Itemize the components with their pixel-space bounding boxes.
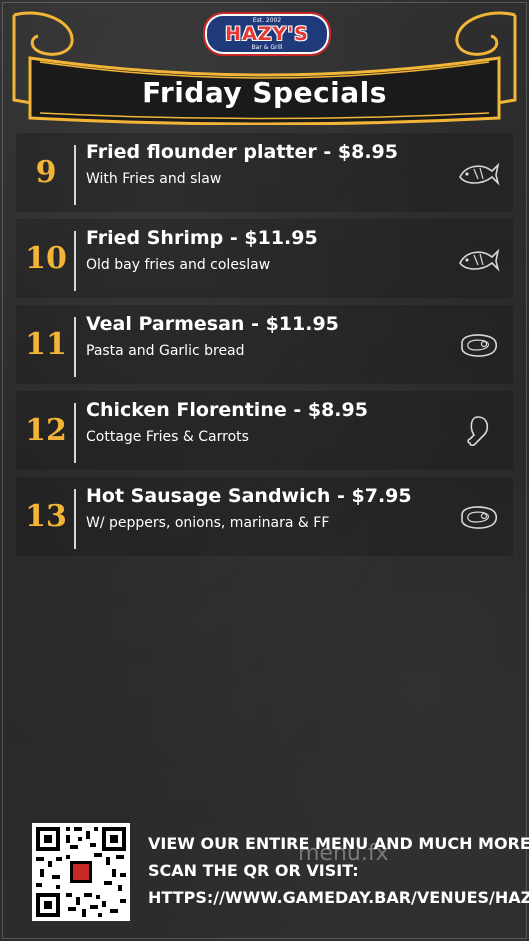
specials-list: 9 Fried flounder platter - $8.95 With Fr…: [16, 133, 513, 563]
item-name: Fried Shrimp - $11.95: [86, 227, 318, 249]
special-item-12: 12 Chicken Florentine - $8.95 Cottage Fr…: [16, 391, 513, 470]
item-name: Fried flounder platter - $8.95: [86, 141, 398, 163]
special-item-10: 10 Fried Shrimp - $11.95 Old bay fries a…: [16, 219, 513, 298]
item-description: Old bay fries and coleslaw: [86, 257, 271, 273]
special-item-13: 13 Hot Sausage Sandwich - $7.95 W/ peppe…: [16, 477, 513, 556]
chicken-leg-icon: [467, 416, 489, 447]
steak-icon: [461, 334, 498, 357]
special-item-11: 11 Veal Parmesan - $11.95 Pasta and Garl…: [16, 305, 513, 384]
special-item-9: 9 Fried flounder platter - $8.95 With Fr…: [16, 133, 513, 212]
footer: VIEW OUR ENTIRE MENU AND MUCH MORE SCAN …: [0, 820, 529, 930]
logo-name: HAZY'S: [225, 23, 309, 45]
item-description: With Fries and slaw: [86, 171, 222, 187]
divider: [74, 231, 76, 291]
item-number: 12: [25, 413, 67, 448]
fish-icon: [459, 248, 500, 272]
logo-subtitle: Bar & Grill: [251, 44, 283, 51]
fish-icon: [459, 162, 500, 186]
divider: [74, 489, 76, 549]
item-description: Pasta and Garlic bread: [86, 343, 245, 359]
steak-icon: [461, 506, 498, 529]
footer-url[interactable]: HTTPS://WWW.GAMEDAY.BAR/VENUES/HAZY: [148, 884, 529, 911]
item-description: W/ peppers, onions, marinara & FF: [86, 515, 330, 531]
divider: [74, 317, 76, 377]
qr-code[interactable]: [32, 823, 130, 921]
item-number: 9: [35, 155, 57, 190]
item-number: 11: [25, 327, 67, 362]
item-name: Chicken Florentine - $8.95: [86, 399, 368, 421]
item-name: Hot Sausage Sandwich - $7.95: [86, 485, 412, 507]
divider: [74, 145, 76, 205]
watermark: menu.fx: [298, 841, 389, 866]
item-description: Cottage Fries & Carrots: [86, 429, 249, 445]
page-title: Friday Specials: [142, 76, 387, 109]
divider: [74, 403, 76, 463]
item-number: 10: [25, 241, 67, 276]
item-name: Veal Parmesan - $11.95: [86, 313, 339, 335]
item-number: 13: [25, 499, 67, 534]
hazys-logo: Est. 2002 HAZY'S Bar & Grill: [203, 12, 331, 56]
chalkboard-menu: Est. 2002 HAZY'S Bar & Grill Friday Spec…: [0, 0, 529, 941]
